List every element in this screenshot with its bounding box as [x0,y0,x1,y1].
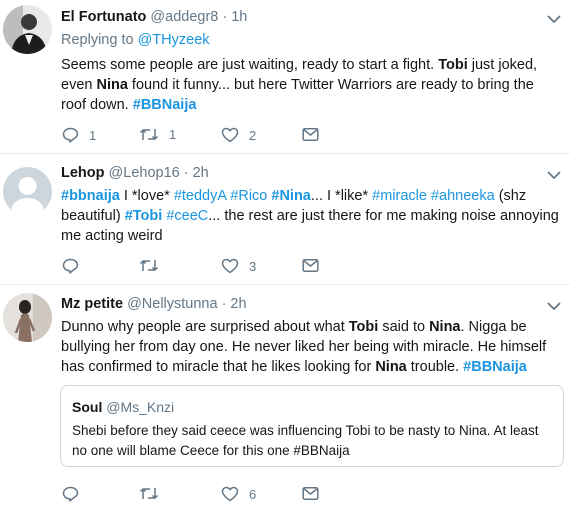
like-button[interactable]: 2 [221,127,256,143]
reply-icon [62,486,79,502]
like-icon [221,486,239,502]
reply-prefix: Replying to [61,32,138,48]
text-segment: Tobi [438,57,468,73]
retweet-icon [139,260,159,271]
reply-count: 1 [89,127,97,143]
quoted-author-handle: @Ms_Knzi [106,399,175,415]
reply-icon [62,258,79,274]
retweet-button[interactable]: 1 [139,127,176,142]
message-icon [302,127,319,142]
like-icon [221,258,239,274]
like-count: 6 [249,486,257,502]
chevron-down-icon[interactable] [547,301,561,311]
chevron-down-icon[interactable] [547,14,561,24]
message-button[interactable] [302,127,319,142]
tweet-2[interactable]: Lehop @Lehop16 · 2h #bbnaija I *love* #t… [0,154,570,284]
message-button[interactable] [302,258,319,273]
timestamp[interactable]: · 2h [222,296,247,312]
text-segment: Nina [429,319,461,335]
hashtag-link[interactable]: #ahneeka [431,188,495,204]
tweet-3[interactable]: Mz petite @Nellystunna · 2h Dunno why pe… [0,285,570,505]
avatar[interactable] [3,5,52,54]
retweet-button[interactable] [139,258,169,273]
tweet-1[interactable]: El Fortunato @addegr8 · 1h Replying to @… [0,0,570,153]
hashtag-link[interactable]: #miracle [372,188,427,204]
like-count: 3 [249,258,257,274]
hashtag-link[interactable]: #teddyA [174,188,226,204]
quoted-tweet-text: Shebi before they said ceece was influen… [72,423,539,458]
reply-button[interactable] [62,486,89,502]
like-count: 2 [249,127,257,143]
author-handle[interactable]: @addegr8 [150,9,218,25]
text-segment: trouble. [406,359,464,375]
hashtag-link[interactable]: #Nina [271,188,311,204]
reply-icon [62,127,79,143]
hashtag-link[interactable]: #Tobi [125,208,163,224]
author-name[interactable]: Mz petite [61,296,123,312]
replying-to: Replying to @THyzeek [61,32,210,48]
quoted-tweet-header: Soul @Ms_Knzi [72,399,174,415]
tweet-text: #bbnaija I *love* #teddyA #Rico #Nina...… [61,186,561,246]
quoted-author-name: Soul [72,399,103,415]
retweet-count: 1 [169,127,177,142]
reply-button[interactable] [62,258,89,274]
avatar[interactable] [3,293,52,342]
hashtag-link[interactable]: #bbnaija [61,188,120,204]
chevron-down-icon[interactable] [547,170,561,180]
text-segment: ... I *like* [310,188,373,204]
author-name[interactable]: Lehop [61,165,105,181]
message-icon [302,486,319,501]
author-name[interactable]: El Fortunato [61,9,146,25]
hashtag-link[interactable]: #Rico [230,188,267,204]
text-segment: Nina [375,359,407,375]
text-segment: Tobi [348,319,379,335]
quoted-tweet[interactable]: Soul @Ms_Knzi Shebi before they said cee… [60,385,564,467]
reply-button[interactable]: 1 [62,127,96,143]
hashtag-link[interactable]: #BBNaija [133,97,197,113]
timestamp[interactable]: · 2h [184,165,209,181]
author-handle[interactable]: @Lehop16 [109,165,180,181]
like-button[interactable]: 3 [221,258,256,274]
tweet-header: Lehop @Lehop16 · 2h [61,165,209,181]
text-segment: Dunno why people are surprised about wha… [61,319,349,335]
message-icon [302,258,319,273]
like-icon [221,127,239,143]
tweet-text: Seems some people are just waiting, read… [61,55,561,115]
text-segment: Seems some people are just waiting, read… [61,57,439,73]
timestamp[interactable]: · 1h [222,9,247,25]
like-button[interactable]: 6 [221,486,256,502]
message-button[interactable] [302,486,319,501]
text-segment: Nina [96,77,128,93]
avatar[interactable] [3,167,52,216]
retweet-button[interactable] [139,486,169,501]
author-handle[interactable]: @Nellystunna [127,296,217,312]
hashtag-link[interactable]: #ceeC [166,208,208,224]
text-segment: I *love* [119,188,174,204]
retweet-icon [139,129,159,140]
retweet-icon [139,488,159,499]
tweet-header: Mz petite @Nellystunna · 2h [61,296,247,312]
tweet-header: El Fortunato @addegr8 · 1h [61,9,247,25]
text-segment: said to [378,319,430,335]
hashtag-link[interactable]: #BBNaija [463,359,527,375]
reply-mention[interactable]: @THyzeek [138,32,210,48]
tweet-text: Dunno why people are surprised about wha… [61,317,561,377]
